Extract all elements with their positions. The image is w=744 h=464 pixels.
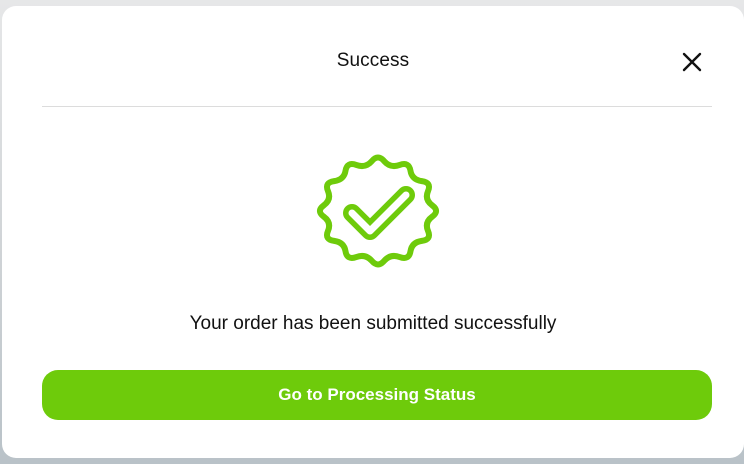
success-message: Your order has been submitted successful… [189,313,557,334]
dialog-title: Success [336,50,410,71]
success-dialog: Success Your order has been submitted su… [2,6,744,458]
verified-badge-check-icon [316,154,440,268]
header-divider [42,106,712,107]
close-button[interactable] [678,48,706,76]
close-icon [682,52,702,72]
go-to-processing-status-button[interactable]: Go to Processing Status [42,370,712,420]
dialog-header: Success [2,6,744,106]
